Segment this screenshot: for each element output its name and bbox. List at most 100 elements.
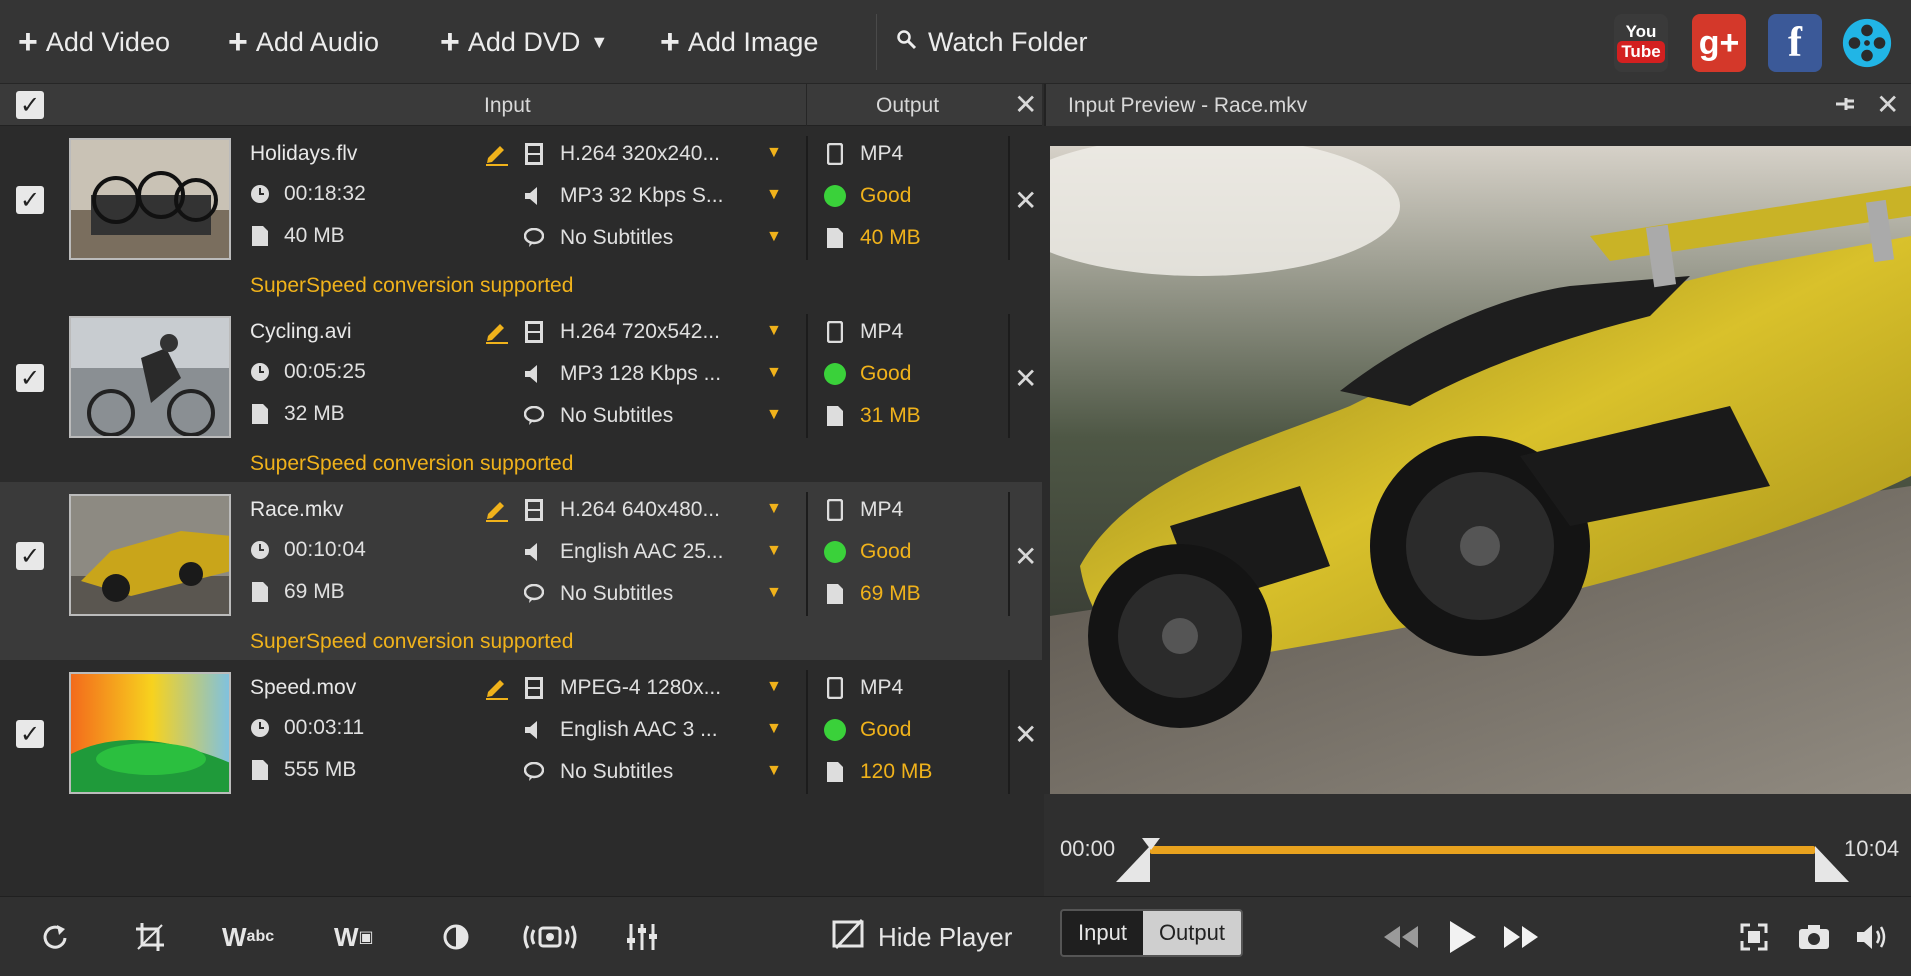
equalizer-icon[interactable] [626, 917, 658, 957]
header-divider [806, 84, 807, 126]
file-checkbox[interactable]: ✓ [16, 542, 44, 570]
plus-icon: + [440, 23, 460, 61]
edit-pencil-icon[interactable] [484, 496, 510, 522]
play-icon[interactable] [1448, 917, 1478, 957]
file-checkbox[interactable]: ✓ [16, 364, 44, 392]
search-icon [896, 27, 918, 58]
remove-file-close-icon[interactable]: ✕ [1014, 362, 1037, 395]
add-video-button[interactable]: + Add Video [18, 22, 170, 62]
time-start: 00:00 [1060, 836, 1116, 861]
output-quality: Good [824, 718, 911, 742]
file-name: Race.mkv [250, 498, 344, 521]
speech-bubble-icon [524, 227, 544, 249]
audio-track-dropdown[interactable]: MP3 32 Kbps S... ▼ [524, 184, 794, 208]
file-checkbox[interactable]: ✓ [16, 186, 44, 214]
remove-file-close-icon[interactable]: ✕ [1014, 184, 1037, 217]
edit-pencil-icon[interactable] [484, 674, 510, 700]
audio-track-dropdown[interactable]: English AAC 25... ▼ [524, 540, 794, 564]
list-item[interactable]: ✓ Speed.mov 00:03:11 555 MB MPEG-4 1280x… [0, 660, 1042, 838]
speech-bubble-icon [524, 761, 544, 783]
select-all-checkbox[interactable]: ✓ [16, 91, 44, 119]
remove-file-close-icon[interactable]: ✕ [1014, 540, 1037, 573]
video-thumbnail [69, 316, 231, 438]
video-preview[interactable] [1050, 146, 1911, 794]
caret-down-icon: ▼ [766, 762, 782, 779]
fullscreen-icon[interactable] [1740, 917, 1768, 957]
subtitles-dropdown[interactable]: No Subtitles ▼ [524, 760, 794, 784]
snapshot-camera-icon[interactable] [1798, 917, 1830, 957]
edit-pencil-icon[interactable] [484, 318, 510, 344]
trim-range-bar[interactable] [1150, 846, 1815, 854]
caret-down-icon: ▼ [766, 186, 782, 203]
file-checkbox[interactable]: ✓ [16, 720, 44, 748]
close-preview-icon[interactable]: ✕ [1876, 88, 1899, 121]
tab-output[interactable]: Output [1142, 911, 1241, 955]
time-end: 10:04 [1844, 836, 1900, 861]
audio-track-dropdown[interactable]: MP3 128 Kbps ... ▼ [524, 362, 794, 386]
add-image-button[interactable]: + Add Image [660, 22, 818, 62]
duration: 00:03:11 [250, 716, 364, 740]
output-format[interactable]: MP4 [824, 676, 903, 700]
caret-down-icon: ▼ [766, 406, 782, 423]
output-size: 40 MB [824, 226, 921, 250]
pin-icon[interactable] [1834, 94, 1856, 120]
speech-bubble-icon [524, 405, 544, 427]
add-audio-label: Add Audio [255, 26, 379, 57]
list-item[interactable]: ✓ Holidays.flv 00:18:32 40 MB H.264 320x… [0, 126, 1042, 304]
stabilize-icon[interactable] [522, 917, 578, 957]
facebook-icon[interactable]: f [1768, 14, 1822, 72]
duration: 00:05:25 [250, 360, 366, 384]
file-icon [824, 761, 846, 783]
video-codec-dropdown[interactable]: MPEG-4 1280x... ▼ [524, 676, 794, 700]
remove-file-close-icon[interactable]: ✕ [1014, 718, 1037, 751]
youtube-icon[interactable]: You Tube [1614, 14, 1668, 72]
output-format[interactable]: MP4 [824, 320, 903, 344]
fast-forward-icon[interactable] [1502, 917, 1542, 957]
superspeed-note: SuperSpeed conversion supported [250, 630, 574, 653]
output-quality: Good [824, 184, 911, 208]
clear-list-close-icon[interactable]: ✕ [1014, 88, 1037, 121]
subtitles-dropdown[interactable]: No Subtitles ▼ [524, 404, 794, 428]
column-divider [806, 314, 808, 438]
column-divider [1008, 314, 1010, 438]
rewind-icon[interactable] [1380, 917, 1420, 957]
video-codec-dropdown[interactable]: H.264 320x240... ▼ [524, 142, 794, 166]
film-reel-icon[interactable] [1840, 14, 1894, 72]
subtitles-dropdown[interactable]: No Subtitles ▼ [524, 582, 794, 606]
tab-input[interactable]: Input [1062, 911, 1143, 955]
dropdown-arrow-icon[interactable]: ▼ [590, 32, 608, 53]
watch-folder-button[interactable]: Watch Folder [896, 22, 1088, 62]
caret-down-icon: ▼ [766, 364, 782, 381]
text-watermark-icon[interactable]: Wabc [222, 917, 274, 957]
hide-player-button[interactable]: Hide Player [832, 917, 1012, 957]
rotate-icon[interactable] [40, 917, 70, 957]
add-dvd-button[interactable]: + Add DVD ▼ [440, 22, 608, 62]
video-codec-dropdown[interactable]: H.264 720x542... ▼ [524, 320, 794, 344]
watch-folder-label: Watch Folder [928, 26, 1088, 57]
caret-down-icon: ▼ [766, 322, 782, 339]
image-watermark-icon[interactable]: W ▣ [334, 917, 374, 957]
google-plus-icon[interactable]: g+ [1692, 14, 1746, 72]
input-column-header: Input [484, 94, 531, 117]
output-format[interactable]: MP4 [824, 498, 903, 522]
audio-track-dropdown[interactable]: English AAC 3 ... ▼ [524, 718, 794, 742]
list-item[interactable]: ✓ Cycling.avi 00:05:25 32 MB H.264 720x5… [0, 304, 1042, 482]
add-audio-button[interactable]: + Add Audio [228, 22, 379, 62]
hide-player-icon [832, 918, 866, 957]
video-codec-dropdown[interactable]: H.264 640x480... ▼ [524, 498, 794, 522]
preview-header: Input Preview - Race.mkv ✕ [1044, 84, 1911, 126]
output-format[interactable]: MP4 [824, 142, 903, 166]
crop-icon[interactable] [134, 917, 166, 957]
list-item[interactable]: ✓ Race.mkv 00:10:04 69 MB H.264 640x480.… [0, 482, 1042, 660]
color-adjust-icon[interactable] [442, 917, 470, 957]
subtitles-dropdown[interactable]: No Subtitles ▼ [524, 226, 794, 250]
edit-pencil-icon[interactable] [484, 140, 510, 166]
playhead-marker[interactable] [1142, 838, 1160, 857]
file-size: 555 MB [250, 758, 356, 782]
clock-icon [250, 362, 270, 382]
volume-icon[interactable] [1856, 917, 1888, 957]
clock-icon [250, 718, 270, 738]
clock-icon [250, 184, 270, 204]
trim-end-handle[interactable] [1815, 846, 1849, 889]
file-icon [824, 227, 846, 249]
